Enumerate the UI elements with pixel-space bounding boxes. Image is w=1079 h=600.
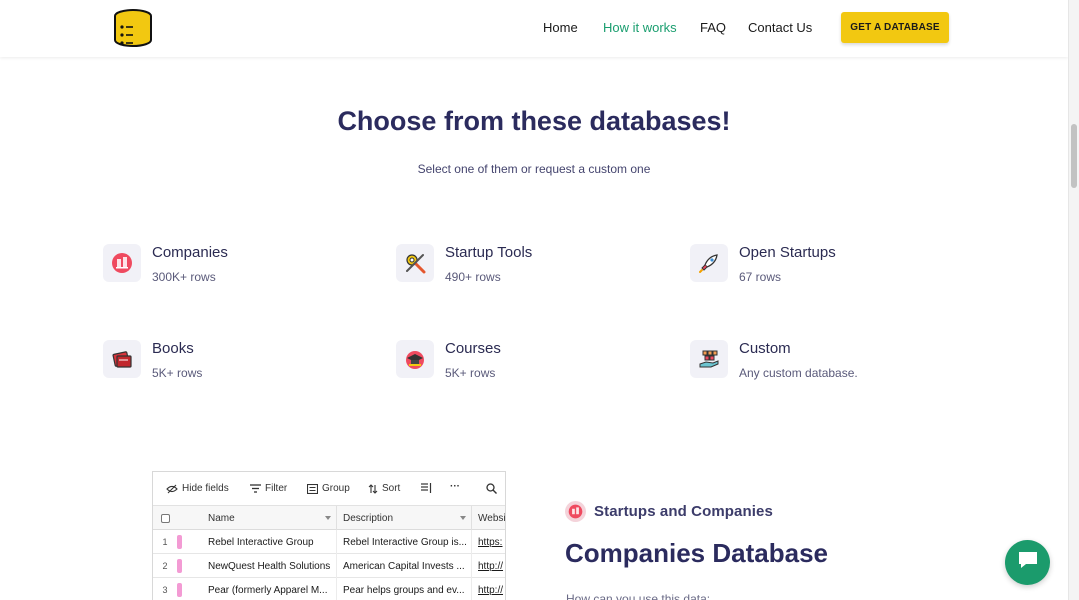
office-building-icon xyxy=(565,501,586,522)
card-title: Open Startups xyxy=(739,244,836,261)
card-rows: 5K+ rows xyxy=(445,366,496,380)
filter-button[interactable]: Filter xyxy=(250,483,287,494)
database-card-custom[interactable]: Custom Any custom database. xyxy=(690,340,950,390)
chat-button[interactable] xyxy=(1005,540,1050,585)
cell-description[interactable]: Rebel Interactive Group is... xyxy=(337,530,472,554)
graduation-cap-icon xyxy=(396,340,434,378)
card-title: Books xyxy=(152,340,194,357)
nav-faq[interactable]: FAQ xyxy=(700,20,726,35)
filter-icon xyxy=(250,484,261,493)
card-rows: 67 rows xyxy=(739,270,782,284)
sort-button[interactable]: Sort xyxy=(368,483,400,494)
table-row[interactable]: 1 Rebel Interactive Group Rebel Interact… xyxy=(153,530,505,554)
row-color-tag xyxy=(177,583,182,597)
row-number: 2 xyxy=(162,561,168,571)
chevron-down-icon xyxy=(325,516,331,520)
cell-name[interactable]: NewQuest Health Solutions xyxy=(201,554,337,578)
cell-name[interactable]: Rebel Interactive Group xyxy=(201,530,337,554)
hand-boxes-icon xyxy=(690,340,728,378)
nav-home[interactable]: Home xyxy=(543,20,578,35)
card-title: Startup Tools xyxy=(445,244,533,261)
grid-header-row: Name Description Websi xyxy=(153,506,506,530)
row-color-tag xyxy=(177,559,182,573)
group-label: Group xyxy=(322,483,350,494)
get-database-button[interactable]: GET A DATABASE xyxy=(841,12,949,43)
card-rows: 300K+ rows xyxy=(152,270,216,284)
table-row[interactable]: 2 NewQuest Health Solutions American Cap… xyxy=(153,554,505,578)
hide-fields-button[interactable]: Hide fields xyxy=(166,483,229,494)
group-icon xyxy=(307,483,318,494)
card-title: Courses xyxy=(445,340,501,357)
database-card-companies[interactable]: Companies 300K+ rows xyxy=(103,244,363,294)
database-icon[interactable] xyxy=(113,8,153,48)
site-header: Home How it works FAQ Contact Us GET A D… xyxy=(0,0,1068,57)
group-button[interactable]: Group xyxy=(307,483,350,494)
section-tag: Startups and Companies xyxy=(565,501,773,522)
section-tag-label: Startups and Companies xyxy=(594,503,773,520)
chevron-down-icon xyxy=(460,516,466,520)
page-scrollbar[interactable] xyxy=(1068,0,1079,600)
nav-contact-us[interactable]: Contact Us xyxy=(748,20,812,35)
page-title: Choose from these databases! xyxy=(337,106,731,136)
select-all-checkbox[interactable] xyxy=(153,506,201,530)
cell-website-link[interactable]: https: xyxy=(472,530,505,554)
page-subtitle: Select one of them or request a custom o… xyxy=(417,162,651,176)
more-options-button[interactable]: ··· xyxy=(450,481,460,492)
database-card-courses[interactable]: Courses 5K+ rows xyxy=(396,340,656,390)
cell-website-link[interactable]: http:// xyxy=(472,578,505,600)
database-card-books[interactable]: Books 5K+ rows xyxy=(103,340,363,390)
cell-description[interactable]: American Capital Invests ... xyxy=(337,554,472,578)
sort-icon xyxy=(368,483,378,494)
filter-label: Filter xyxy=(265,483,288,494)
cell-name[interactable]: Pear (formerly Apparel M... xyxy=(201,578,337,600)
column-header-label: Description xyxy=(343,512,394,524)
row-height-button[interactable] xyxy=(421,483,432,493)
row-number: 1 xyxy=(162,537,168,547)
chat-bubble-icon xyxy=(1017,550,1039,575)
rocket-icon xyxy=(690,244,728,282)
card-rows: Any custom database. xyxy=(739,366,858,380)
search-icon[interactable] xyxy=(486,483,497,494)
column-header-name[interactable]: Name xyxy=(201,506,337,530)
books-icon xyxy=(103,340,141,378)
card-rows: 490+ rows xyxy=(445,270,501,284)
column-header-description[interactable]: Description xyxy=(337,506,472,530)
row-color-tag xyxy=(177,535,182,549)
cell-description[interactable]: Pear helps groups and ev... xyxy=(337,578,472,600)
column-header-website[interactable]: Websi xyxy=(472,506,506,530)
database-card-startup-tools[interactable]: Startup Tools 490+ rows xyxy=(396,244,656,294)
tools-icon xyxy=(396,244,434,282)
column-header-label: Websi xyxy=(478,512,506,524)
card-title: Custom xyxy=(739,340,791,357)
nav-how-it-works[interactable]: How it works xyxy=(603,20,677,35)
office-building-icon xyxy=(103,244,141,282)
hide-fields-label: Hide fields xyxy=(182,483,229,494)
column-header-label: Name xyxy=(208,512,235,524)
section-text: How can you use this data: xyxy=(566,592,711,600)
row-height-icon xyxy=(421,483,432,493)
section-title: Companies Database xyxy=(565,538,828,568)
sort-label: Sort xyxy=(382,483,401,494)
eye-off-icon xyxy=(166,484,178,494)
table-row[interactable]: 3 Pear (formerly Apparel M... Pear helps… xyxy=(153,578,505,600)
cell-website-link[interactable]: http:// xyxy=(472,554,505,578)
card-title: Companies xyxy=(152,244,228,261)
row-number: 3 xyxy=(162,585,168,595)
scrollbar-thumb[interactable] xyxy=(1071,124,1077,188)
grid-toolbar: Hide fields Filter Group Sort ··· xyxy=(153,472,505,506)
database-card-open-startups[interactable]: Open Startups 67 rows xyxy=(690,244,950,294)
database-preview-grid[interactable]: Hide fields Filter Group Sort ··· Name D… xyxy=(152,471,506,600)
card-rows: 5K+ rows xyxy=(152,366,203,380)
